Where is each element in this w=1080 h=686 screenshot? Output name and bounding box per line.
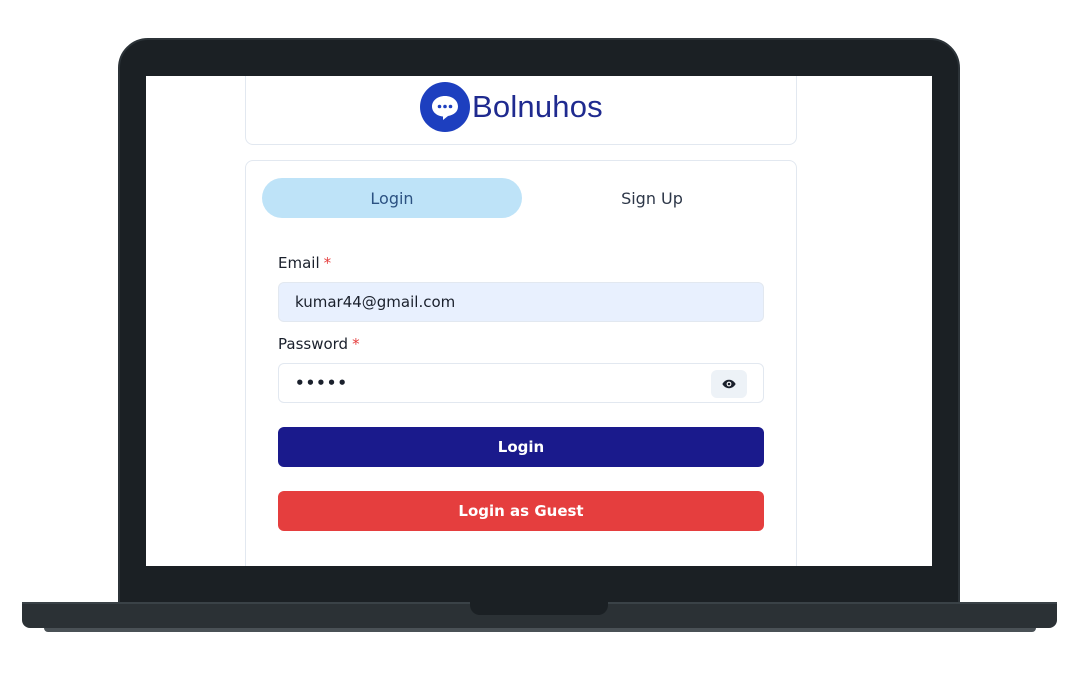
login-button[interactable]: Login — [278, 427, 764, 467]
email-field[interactable]: kumar44@gmail.com — [278, 282, 764, 322]
password-required-mark: * — [352, 335, 360, 353]
password-value: ••••• — [295, 374, 348, 392]
tab-sign-up[interactable]: Sign Up — [522, 178, 782, 218]
auth-tabs: Login Sign Up — [262, 178, 782, 218]
email-required-mark: * — [323, 254, 332, 272]
header-card: Bolnuhos — [245, 76, 797, 145]
password-label: Password * — [278, 335, 360, 353]
chat-bubble-icon — [420, 82, 470, 132]
brand-name: Bolnuhos — [472, 89, 603, 124]
email-label-text: Email — [278, 254, 320, 272]
laptop-base-shadow — [44, 628, 1036, 632]
login-as-guest-button[interactable]: Login as Guest — [278, 491, 764, 531]
password-field[interactable]: ••••• — [278, 363, 764, 403]
brand: Bolnuhos — [420, 79, 603, 135]
password-label-text: Password — [278, 335, 349, 353]
tab-login[interactable]: Login — [262, 178, 522, 218]
auth-card: Login Sign Up Email * kumar44@gmail.com P… — [245, 160, 797, 566]
eye-icon — [722, 375, 736, 393]
email-label: Email * — [278, 254, 331, 272]
email-value: kumar44@gmail.com — [295, 293, 456, 311]
laptop-notch — [470, 602, 608, 615]
show-password-button[interactable] — [711, 370, 747, 398]
laptop-screen: Bolnuhos Login Sign Up Email * kumar44@gm… — [146, 76, 932, 566]
laptop-mockup: Bolnuhos Login Sign Up Email * kumar44@gm… — [0, 0, 1080, 686]
